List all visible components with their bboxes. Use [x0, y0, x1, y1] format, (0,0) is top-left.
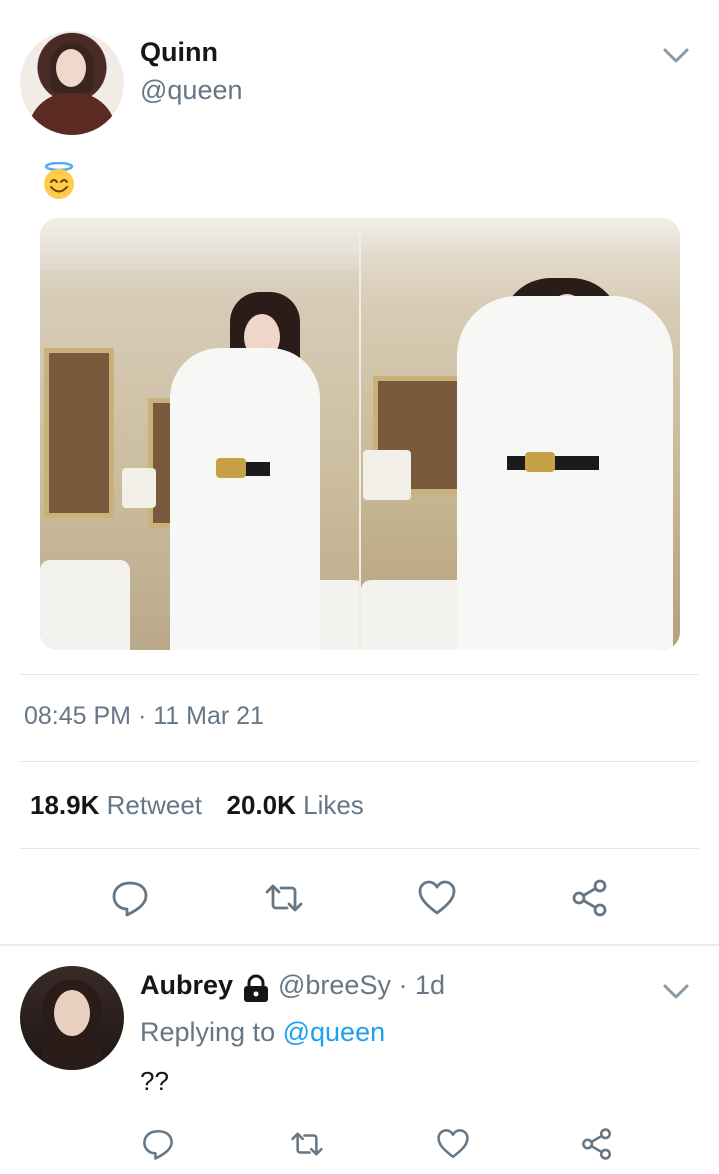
- like-icon: [437, 1129, 469, 1159]
- likes-count[interactable]: 20.0K: [226, 790, 295, 820]
- retweet-button[interactable]: [262, 876, 306, 920]
- chevron-down-icon[interactable]: [663, 47, 689, 65]
- ceiling: [40, 218, 359, 270]
- divider: [20, 848, 699, 849]
- reply-retweet-button[interactable]: [285, 1122, 329, 1166]
- reply-like-button[interactable]: [431, 1122, 475, 1166]
- like-button[interactable]: [415, 876, 459, 920]
- tweet-stats: 18.9K Retweet 20.0K Likes: [30, 790, 364, 821]
- author-handle[interactable]: @queen: [140, 75, 243, 106]
- author-avatar[interactable]: [20, 31, 124, 135]
- avatar-face: [56, 49, 86, 87]
- retweet-count[interactable]: 18.9K: [30, 790, 99, 820]
- reply-icon: [112, 881, 148, 917]
- ceiling: [361, 218, 680, 258]
- lock-icon: [244, 974, 268, 1002]
- replying-to: Replying to @queen: [140, 1017, 385, 1048]
- reply-author-name[interactable]: Aubrey: [140, 970, 233, 1001]
- avatar-suit: [28, 93, 116, 135]
- replying-mention[interactable]: @queen: [283, 1017, 386, 1047]
- tweet-media[interactable]: [40, 218, 680, 650]
- reply-author-handle[interactable]: @breeSy · 1d: [278, 970, 445, 1001]
- bed: [40, 560, 130, 650]
- likes-label[interactable]: Likes: [303, 790, 364, 820]
- share-button[interactable]: [568, 876, 612, 920]
- reply-handle-text[interactable]: @breeSy: [278, 970, 391, 1000]
- reply-share-button[interactable]: [575, 1122, 619, 1166]
- like-icon: [418, 880, 456, 915]
- belt-buckle: [216, 458, 246, 478]
- reply-button[interactable]: [108, 876, 152, 920]
- photo-left[interactable]: [40, 218, 361, 650]
- section-divider: [0, 944, 719, 946]
- retweet-icon: [291, 1132, 323, 1156]
- chevron-down-icon[interactable]: [663, 983, 689, 1001]
- reply-reply-button[interactable]: [136, 1122, 180, 1166]
- tweet-timestamp[interactable]: 08:45 PM · 11 Mar 21: [24, 702, 264, 731]
- share-icon: [582, 1128, 612, 1160]
- reply-time[interactable]: · 1d: [398, 970, 445, 1000]
- belt-buckle: [525, 452, 555, 472]
- mirror-frame: [44, 348, 114, 518]
- photo-right[interactable]: [361, 218, 680, 650]
- author-name[interactable]: Quinn: [140, 37, 218, 68]
- share-icon: [572, 879, 607, 917]
- divider: [20, 761, 699, 762]
- dress: [170, 348, 320, 650]
- reply-icon: [143, 1129, 173, 1160]
- dress: [457, 296, 673, 650]
- avatar-face: [54, 990, 90, 1036]
- replying-prefix: Replying to: [140, 1017, 276, 1047]
- divider: [20, 674, 699, 675]
- retweet-icon: [265, 884, 303, 912]
- lamp: [363, 450, 411, 500]
- reply-author-avatar[interactable]: [20, 966, 124, 1070]
- lamp: [122, 468, 156, 508]
- smiling-face-with-halo-icon: [44, 162, 74, 199]
- retweet-label[interactable]: Retweet: [107, 790, 202, 820]
- reply-text: ??: [140, 1066, 169, 1096]
